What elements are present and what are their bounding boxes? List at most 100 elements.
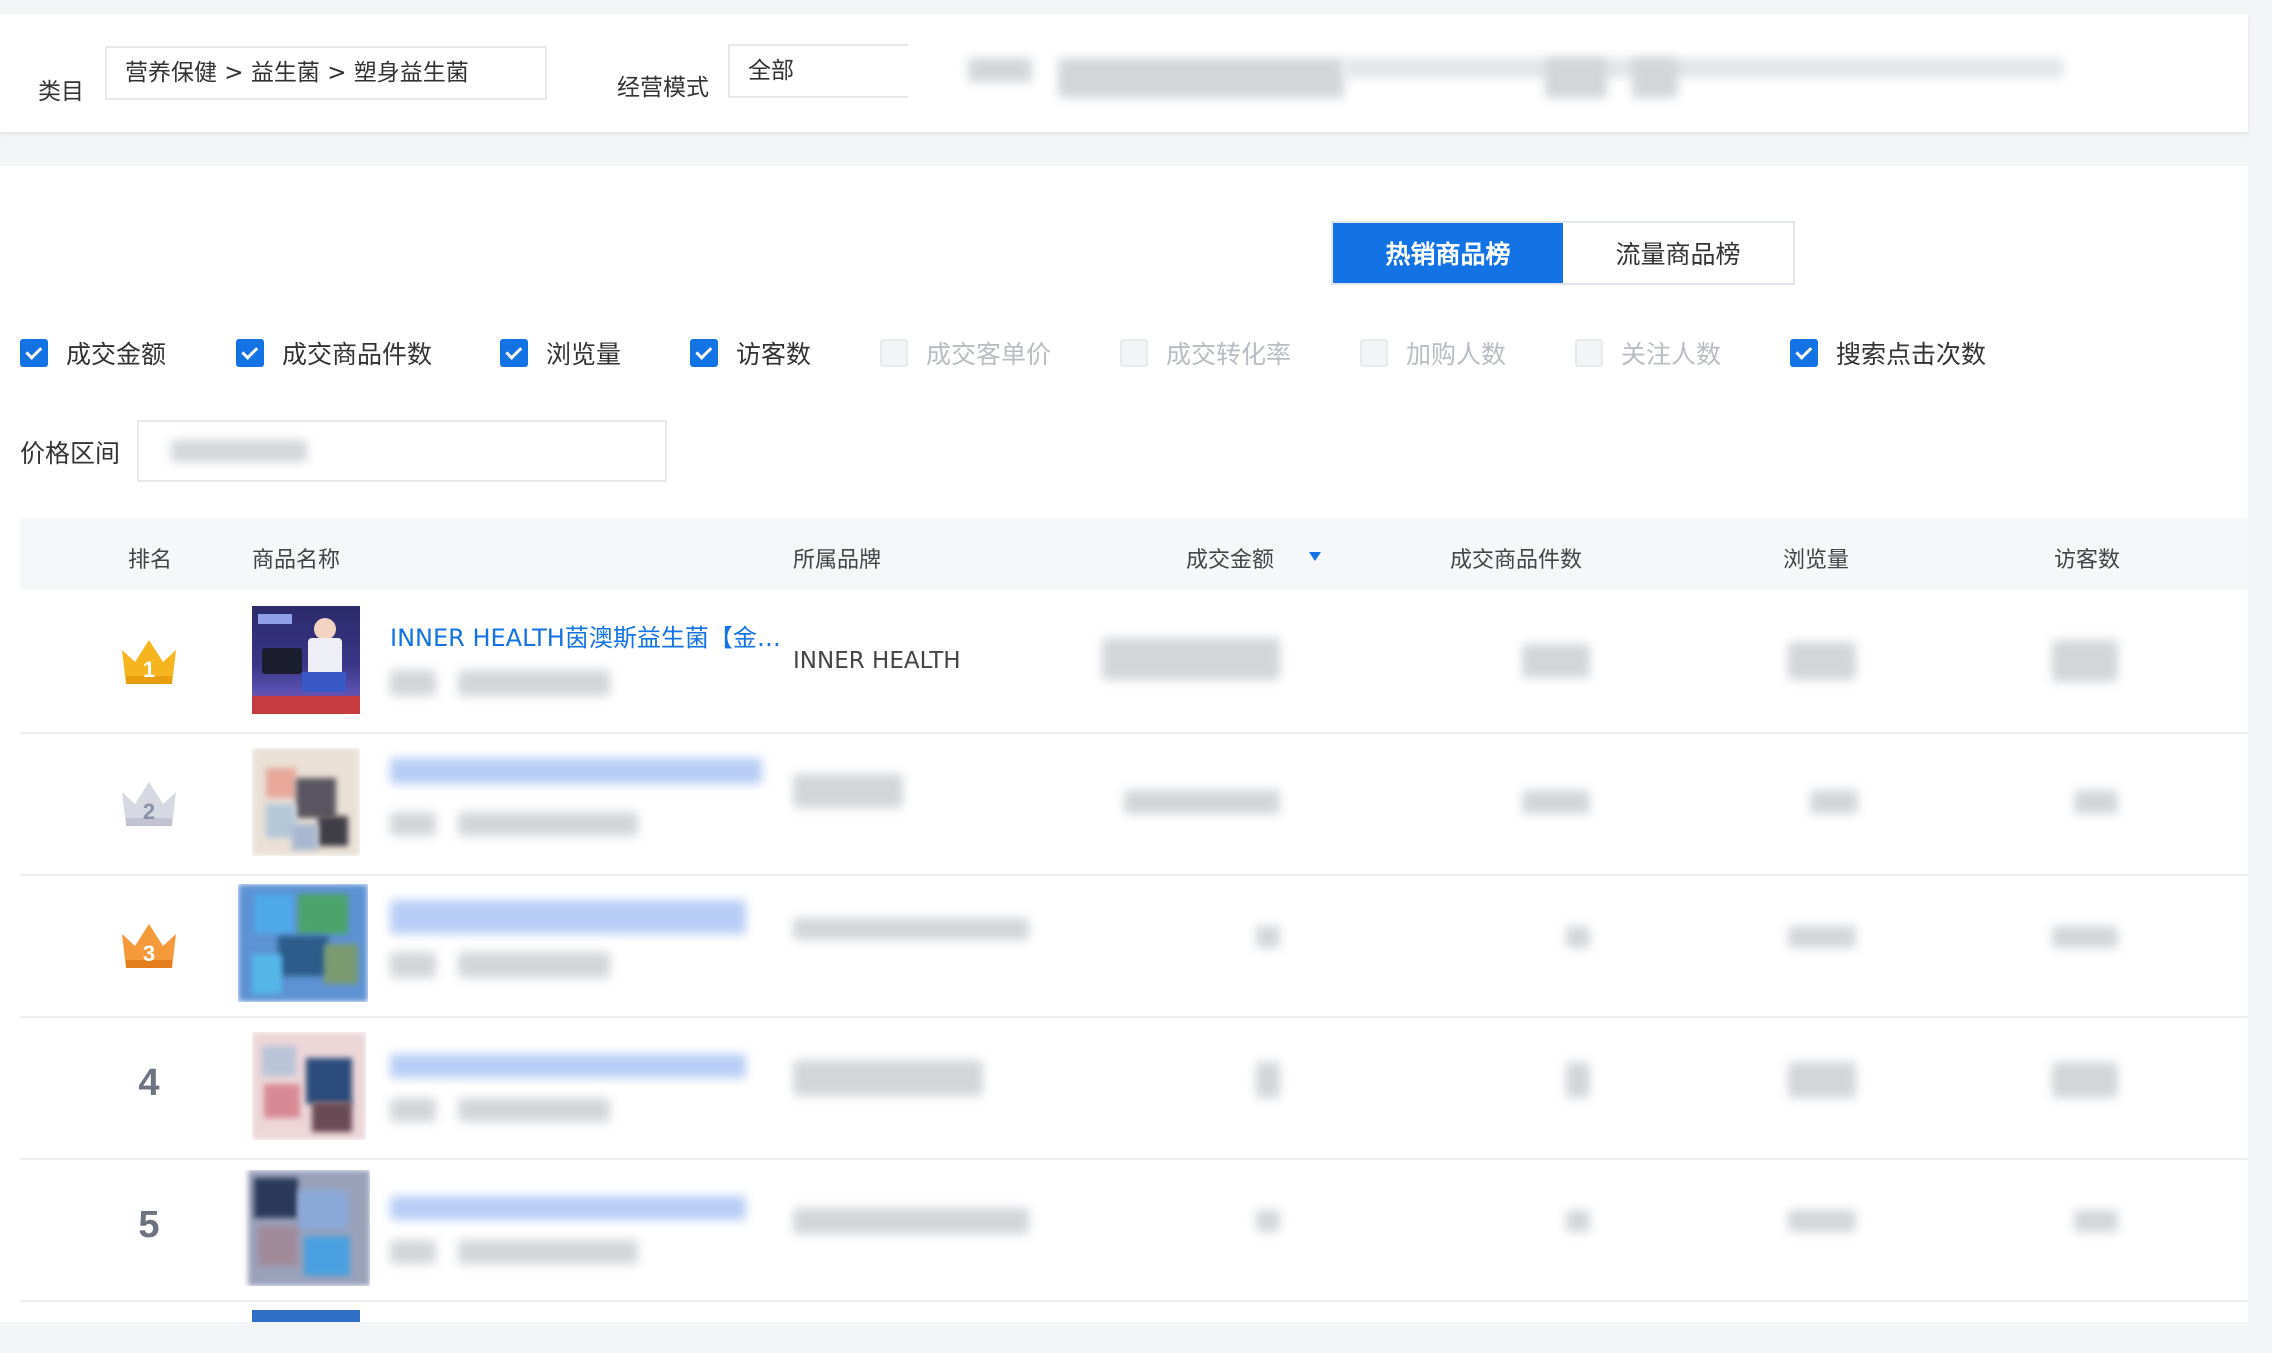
redacted-brand	[793, 1208, 1029, 1234]
redacted-visitors	[2052, 1062, 2118, 1098]
redacted-product-meta	[390, 1240, 436, 1264]
product-thumbnail[interactable]	[252, 606, 360, 714]
checkbox-icon	[236, 339, 264, 367]
redacted-units	[1522, 644, 1590, 678]
redacted-product-meta	[458, 1240, 638, 1264]
redacted-product-meta	[390, 670, 436, 696]
redacted-gmv	[1256, 926, 1280, 948]
table-header: 排名 商品名称 所属品牌 成交金额 成交商品件数 浏览量 访客数	[20, 518, 2248, 590]
metric-label: 关注人数	[1621, 340, 1722, 369]
product-thumbnail	[252, 1310, 360, 1322]
checkbox-icon	[1120, 339, 1148, 367]
redacted-visitors	[2074, 1210, 2118, 1232]
redacted-gmv	[1256, 1062, 1280, 1098]
metric-checkbox-add-cart[interactable]: 加购人数	[1360, 336, 1506, 370]
table-row[interactable]: 1 INNER HEALTH茵澳斯益生菌【金… INNER HEALTH	[20, 592, 2248, 734]
ranking-panel: 热销商品榜 流量商品榜 成交金额 成交商品件数 浏览量 访客数 成交客单价 成交…	[0, 166, 2248, 1322]
price-range-input[interactable]	[137, 420, 667, 482]
redacted-visitors	[2074, 790, 2118, 814]
metric-label: 浏览量	[546, 340, 622, 369]
filter-bar: 类目 营养保健 > 益生菌 > 塑身益生菌 经营模式 全部	[0, 14, 2248, 132]
checkbox-icon	[1360, 339, 1388, 367]
col-gmv[interactable]: 成交金额	[1186, 542, 1274, 574]
redacted-product-name	[390, 1054, 746, 1078]
table-row[interactable]: 4	[20, 1018, 2248, 1160]
redacted-units	[1522, 790, 1590, 814]
tab-hot-selling[interactable]: 热销商品榜	[1333, 223, 1563, 283]
svg-text:1: 1	[143, 657, 155, 682]
redacted-brand	[793, 1060, 983, 1096]
redacted-filter-label	[968, 58, 1032, 82]
checkbox-icon	[1790, 339, 1818, 367]
category-label: 类目	[38, 79, 84, 105]
redacted-filter-value	[1058, 58, 1344, 98]
redacted-price-value	[171, 440, 307, 462]
redacted-product-meta	[390, 952, 436, 978]
product-name-link[interactable]: INNER HEALTH茵澳斯益生菌【金…	[390, 618, 781, 653]
product-thumbnail[interactable]	[252, 1032, 366, 1140]
checkbox-icon	[1575, 339, 1603, 367]
category-select[interactable]: 营养保健 > 益生菌 > 塑身益生菌	[105, 46, 547, 100]
rank-number: 4	[138, 1062, 160, 1104]
metric-label: 成交商品件数	[282, 340, 433, 369]
redacted-gmv	[1256, 1210, 1280, 1232]
col-rank: 排名	[128, 548, 173, 573]
mode-select[interactable]: 全部	[728, 44, 908, 98]
redacted-visitors	[2052, 926, 2118, 948]
col-brand: 所属品牌	[793, 548, 882, 573]
redacted-visitors	[2052, 640, 2118, 682]
redacted-product-name	[390, 1196, 746, 1220]
metric-checkbox-units[interactable]: 成交商品件数	[236, 336, 432, 370]
redacted-pageviews	[1788, 1062, 1856, 1098]
metric-label: 搜索点击次数	[1836, 340, 1987, 369]
redacted-filter-label-2	[1545, 58, 1607, 98]
price-range-label: 价格区间	[20, 439, 121, 468]
rank-number: 5	[138, 1204, 160, 1246]
col-visitors[interactable]: 访客数	[2054, 542, 2120, 574]
redacted-units	[1566, 926, 1590, 948]
table-row[interactable]: 2	[20, 734, 2248, 876]
redacted-product-meta	[390, 1098, 436, 1122]
redacted-product-meta	[458, 812, 638, 836]
product-brand: INNER HEALTH	[793, 648, 961, 674]
redacted-pageviews	[1810, 790, 1858, 814]
table-row[interactable]: 3	[20, 876, 2248, 1018]
metric-label: 访客数	[736, 340, 812, 369]
metric-checkbox-visitors[interactable]: 访客数	[690, 336, 811, 370]
sort-desc-icon[interactable]	[1309, 552, 1321, 561]
metric-label: 成交转化率	[1166, 340, 1292, 369]
redacted-filter-extra	[1344, 58, 2064, 78]
redacted-brand	[793, 918, 1029, 940]
tab-traffic[interactable]: 流量商品榜	[1563, 223, 1793, 283]
crown-icon: 2	[122, 782, 176, 826]
redacted-product-meta	[458, 670, 610, 696]
col-units[interactable]: 成交商品件数	[1450, 542, 1582, 574]
metric-checkbox-gmv[interactable]: 成交金额	[20, 336, 166, 370]
svg-text:2: 2	[143, 799, 155, 824]
product-thumbnail[interactable]	[252, 748, 360, 856]
redacted-brand	[793, 774, 903, 808]
metric-label: 成交客单价	[926, 340, 1052, 369]
metric-checkbox-conversion[interactable]: 成交转化率	[1120, 336, 1291, 370]
crown-icon: 1	[122, 640, 176, 684]
checkbox-icon	[690, 339, 718, 367]
metric-label: 加购人数	[1406, 340, 1507, 369]
metric-checkbox-avg-order[interactable]: 成交客单价	[880, 336, 1051, 370]
redacted-product-meta	[458, 952, 610, 978]
redacted-gmv	[1124, 790, 1280, 814]
checkbox-icon	[500, 339, 528, 367]
product-thumbnail[interactable]	[238, 1170, 370, 1286]
metric-checkbox-followers[interactable]: 关注人数	[1575, 336, 1721, 370]
col-pageviews[interactable]: 浏览量	[1783, 542, 1849, 574]
redacted-product-name	[390, 900, 746, 934]
rank-tabs: 热销商品榜 流量商品榜	[1331, 221, 1795, 285]
redacted-product-meta	[390, 812, 436, 836]
product-thumbnail[interactable]	[238, 884, 368, 1002]
metric-checkbox-pageviews[interactable]: 浏览量	[500, 336, 621, 370]
checkbox-icon	[20, 339, 48, 367]
metric-checkbox-search-clicks[interactable]: 搜索点击次数	[1790, 336, 1986, 370]
table-row[interactable]: 5	[20, 1160, 2248, 1302]
redacted-gmv	[1102, 638, 1280, 680]
redacted-pageviews	[1788, 1210, 1856, 1232]
svg-text:3: 3	[143, 941, 155, 966]
